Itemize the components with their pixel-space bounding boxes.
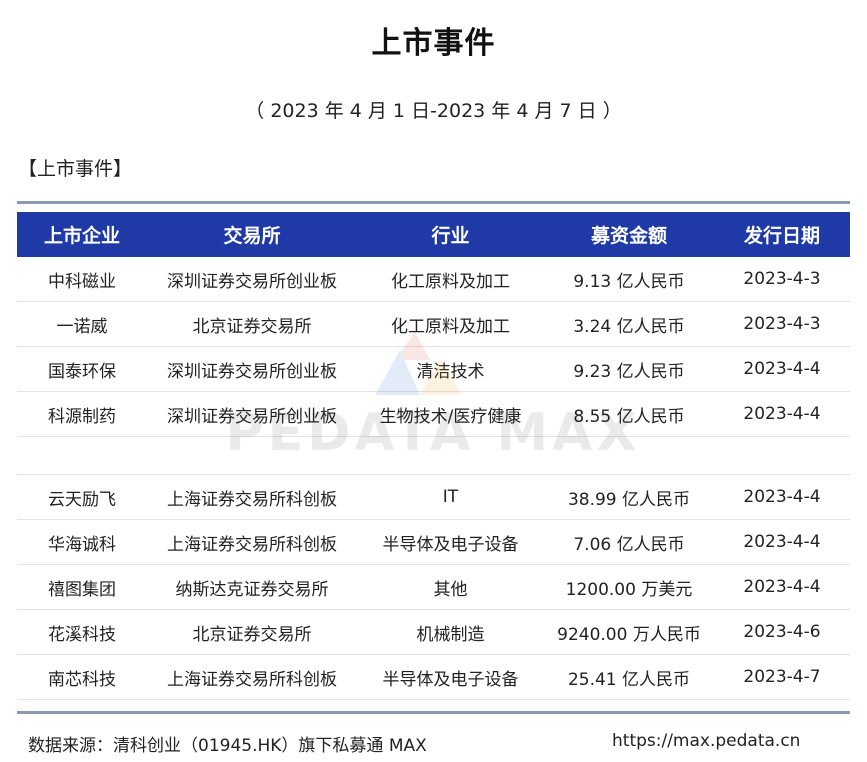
- source-url: https://max.pedata.cn: [612, 731, 801, 751]
- cell-date: 2023-4-4: [743, 487, 821, 507]
- top-divider: [17, 201, 850, 204]
- cell-company: 中科磁业: [48, 271, 116, 292]
- cell-amount: 8.55 亿人民币: [573, 406, 685, 427]
- cell-company: 国泰环保: [48, 361, 116, 382]
- table-row: 华海诚科 上海证券交易所科创板 半导体及电子设备 7.06 亿人民币 2023-…: [17, 520, 850, 565]
- cell-date: 2023-4-4: [743, 532, 821, 552]
- cell-date: 2023-4-4: [743, 404, 821, 424]
- cell-date: 2023-4-4: [743, 359, 821, 379]
- cell-exchange: 北京证券交易所: [192, 624, 312, 645]
- cell-company: 云天励飞: [48, 489, 116, 510]
- cell-amount: 1200.00 万美元: [565, 579, 693, 600]
- data-source: 数据来源：清科创业（01945.HK）旗下私募通 MAX: [28, 736, 427, 756]
- cell-company: 花溪科技: [48, 624, 116, 645]
- header-industry: 行业: [431, 225, 470, 247]
- cell-exchange: 上海证券交易所科创板: [167, 669, 337, 690]
- cell-amount: 9240.00 万人民币: [557, 624, 701, 645]
- table-row: 科源制药 深圳证券交易所创业板 生物技术/医疗健康 8.55 亿人民币 2023…: [17, 392, 850, 437]
- cell-amount: 25.41 亿人民币: [567, 669, 691, 690]
- date-range: （ 2023 年 4 月 1 日-2023 年 4 月 7 日 ）: [245, 100, 622, 122]
- cell-date: 2023-4-3: [743, 314, 821, 334]
- cell-industry: 化工原料及加工: [391, 271, 510, 292]
- cell-industry: 生物技术/医疗健康: [379, 406, 522, 427]
- cell-industry: 其他: [433, 579, 468, 600]
- cell-company: 南芯科技: [48, 669, 116, 690]
- cell-industry: 化工原料及加工: [391, 316, 510, 337]
- bottom-divider: [17, 711, 850, 714]
- cell-amount: 9.23 亿人民币: [573, 361, 685, 382]
- table-header: 上市企业 交易所 行业 募资金额 发行日期: [17, 212, 850, 257]
- section-label: 【上市事件】: [18, 158, 133, 180]
- header-company: 上市企业: [43, 225, 120, 247]
- page-title: 上市事件: [371, 26, 496, 61]
- cell-date: 2023-4-6: [743, 622, 821, 642]
- cell-exchange: 深圳证券交易所创业板: [167, 406, 337, 427]
- cell-amount: 3.24 亿人民币: [573, 316, 685, 337]
- table-row: 云天励飞 上海证券交易所科创板 IT 38.99 亿人民币 2023-4-4: [17, 475, 850, 520]
- cell-industry: IT: [442, 487, 459, 507]
- cell-company: 华海诚科: [48, 534, 116, 555]
- row-gap: [17, 437, 850, 475]
- cell-industry: 机械制造: [416, 624, 485, 645]
- cell-amount: 7.06 亿人民币: [573, 534, 685, 555]
- table-row: 一诺威 北京证券交易所 化工原料及加工 3.24 亿人民币 2023-4-3: [17, 302, 850, 347]
- header-amount: 募资金额: [590, 225, 667, 247]
- cell-exchange: 深圳证券交易所创业板: [167, 271, 337, 292]
- cell-company: 一诺威: [56, 316, 108, 337]
- cell-company: 禧图集团: [48, 579, 116, 600]
- header-exchange: 交易所: [223, 225, 281, 247]
- cell-industry: 半导体及电子设备: [382, 534, 519, 555]
- cell-exchange: 上海证券交易所科创板: [167, 534, 337, 555]
- table-row: 南芯科技 上海证券交易所科创板 半导体及电子设备 25.41 亿人民币 2023…: [17, 655, 850, 700]
- cell-exchange: 上海证券交易所科创板: [167, 489, 337, 510]
- cell-industry: 清洁技术: [416, 361, 485, 382]
- listing-table: 上市企业 交易所 行业 募资金额 发行日期 中科磁业 深圳证券交易所创业板 化工…: [17, 212, 850, 700]
- table-row: 禧图集团 纳斯达克证券交易所 其他 1200.00 万美元 2023-4-4: [17, 565, 850, 610]
- header-date: 发行日期: [743, 225, 820, 247]
- table-row: 花溪科技 北京证券交易所 机械制造 9240.00 万人民币 2023-4-6: [17, 610, 850, 655]
- cell-date: 2023-4-4: [743, 577, 821, 597]
- cell-exchange: 深圳证券交易所创业板: [167, 361, 337, 382]
- cell-amount: 38.99 亿人民币: [567, 489, 691, 510]
- cell-company: 科源制药: [48, 406, 116, 427]
- cell-exchange: 北京证券交易所: [192, 316, 312, 337]
- cell-amount: 9.13 亿人民币: [573, 271, 685, 292]
- table-row: 国泰环保 深圳证券交易所创业板 清洁技术 9.23 亿人民币 2023-4-4: [17, 347, 850, 392]
- table-row: 中科磁业 深圳证券交易所创业板 化工原料及加工 9.13 亿人民币 2023-4…: [17, 257, 850, 302]
- cell-date: 2023-4-7: [743, 667, 821, 687]
- cell-date: 2023-4-3: [743, 269, 821, 289]
- cell-industry: 半导体及电子设备: [382, 669, 519, 690]
- cell-exchange: 纳斯达克证券交易所: [175, 579, 329, 600]
